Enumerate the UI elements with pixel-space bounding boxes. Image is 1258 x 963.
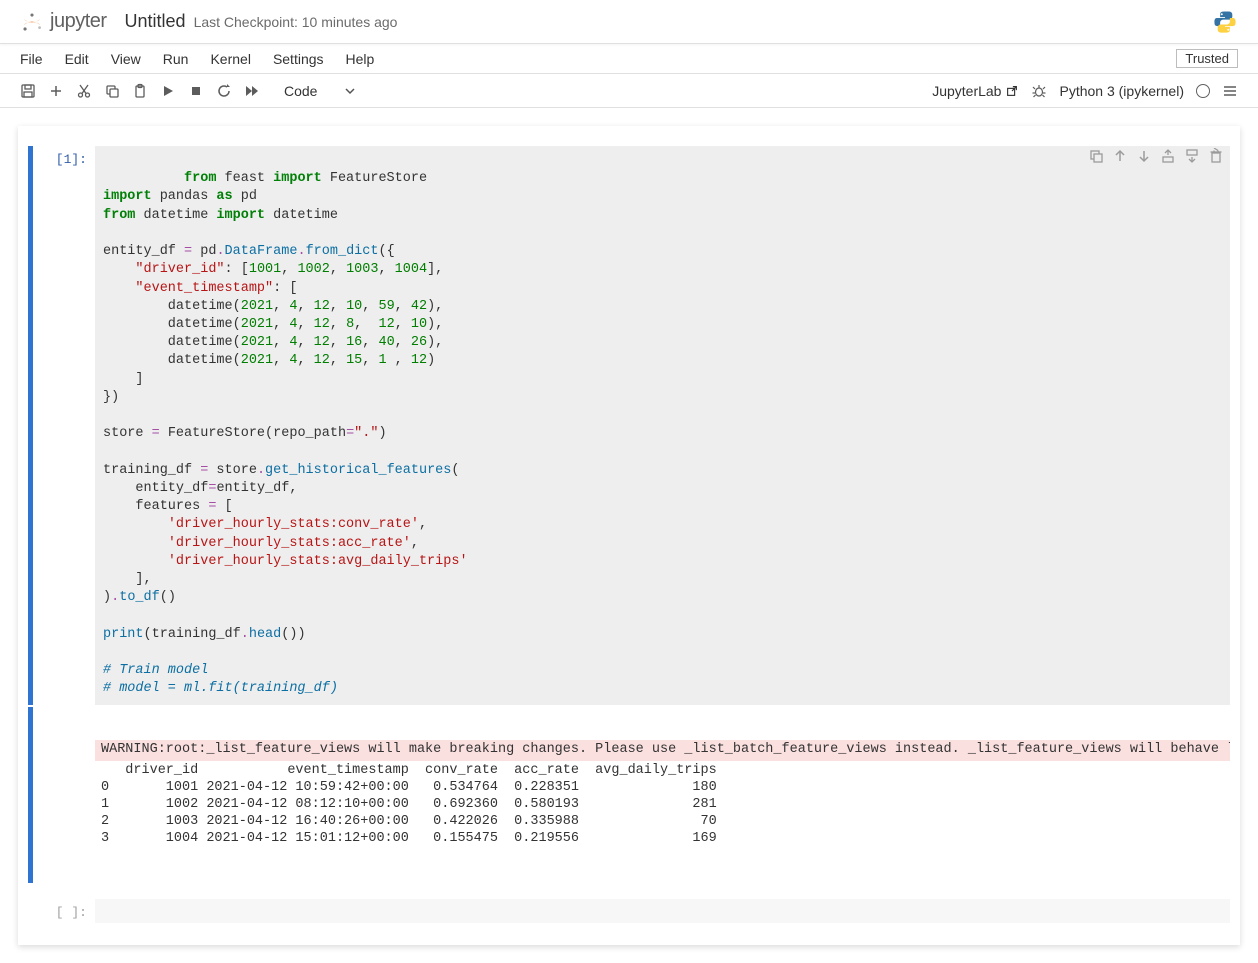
jupyterlab-link[interactable]: JupyterLab <box>932 83 1019 99</box>
external-link-icon <box>1005 84 1019 98</box>
jupyter-logo-text: jupyter <box>50 10 107 33</box>
code-cell[interactable]: [ ]: <box>28 899 1230 923</box>
menu-file[interactable]: File <box>20 51 43 67</box>
output-text: driver_id event_timestamp conv_rate acc_… <box>95 761 1230 849</box>
output-area: WARNING:root:_list_feature_views will ma… <box>28 707 1230 884</box>
stop-icon[interactable] <box>188 83 204 99</box>
chevron-down-icon <box>345 86 355 96</box>
copy-icon[interactable] <box>104 83 120 99</box>
output-warning: WARNING:root:_list_feature_views will ma… <box>95 740 1230 761</box>
kernel-name[interactable]: Python 3 (ipykernel) <box>1059 83 1184 99</box>
menu-run[interactable]: Run <box>163 51 189 67</box>
menu-view[interactable]: View <box>111 51 141 67</box>
menubar: File Edit View Run Kernel Settings Help … <box>0 44 1258 74</box>
kernel-status-icon <box>1196 84 1210 98</box>
cell-type-value: Code <box>284 83 317 99</box>
menu-help[interactable]: Help <box>346 51 375 67</box>
code-editor[interactable] <box>95 899 1230 923</box>
cell-type-select[interactable]: Code <box>272 81 363 101</box>
notebook-header: jupyter Untitled Last Checkpoint: 10 min… <box>0 0 1258 44</box>
duplicate-icon[interactable] <box>1088 148 1104 164</box>
move-up-icon[interactable] <box>1112 148 1128 164</box>
delete-icon[interactable] <box>1208 148 1224 164</box>
move-down-icon[interactable] <box>1136 148 1152 164</box>
cell-prompt: [1]: <box>33 146 95 705</box>
fast-forward-icon[interactable] <box>244 83 260 99</box>
paste-icon[interactable] <box>132 83 148 99</box>
hamburger-icon[interactable] <box>1222 83 1238 99</box>
menu-edit[interactable]: Edit <box>65 51 89 67</box>
menu-settings[interactable]: Settings <box>273 51 324 67</box>
insert-below-icon[interactable] <box>1184 148 1200 164</box>
code-cell[interactable]: [1]: from feast import FeatureStore impo… <box>28 146 1230 705</box>
code-editor[interactable]: from feast import FeatureStore import pa… <box>95 146 1230 705</box>
run-icon[interactable] <box>160 83 176 99</box>
checkpoint-text: Last Checkpoint: 10 minutes ago <box>194 14 398 30</box>
code-text: from feast import FeatureStore import pa… <box>103 171 468 696</box>
jupyter-logo-icon <box>20 10 44 34</box>
debug-icon[interactable] <box>1031 83 1047 99</box>
toolbar: Code JupyterLab Python 3 (ipykernel) <box>0 74 1258 108</box>
jupyter-logo: jupyter <box>20 10 107 34</box>
cut-icon[interactable] <box>76 83 92 99</box>
notebook-title[interactable]: Untitled <box>125 11 186 32</box>
notebook-panel: [1]: from feast import FeatureStore impo… <box>18 126 1240 945</box>
save-icon[interactable] <box>20 83 36 99</box>
cell-toolbar <box>1088 148 1224 164</box>
cell-prompt: [ ]: <box>33 899 95 923</box>
python-logo-icon <box>1212 9 1238 35</box>
trusted-badge[interactable]: Trusted <box>1176 49 1238 68</box>
menu-kernel[interactable]: Kernel <box>210 51 250 67</box>
output-prompt <box>33 707 95 884</box>
restart-icon[interactable] <box>216 83 232 99</box>
add-cell-icon[interactable] <box>48 83 64 99</box>
insert-above-icon[interactable] <box>1160 148 1176 164</box>
